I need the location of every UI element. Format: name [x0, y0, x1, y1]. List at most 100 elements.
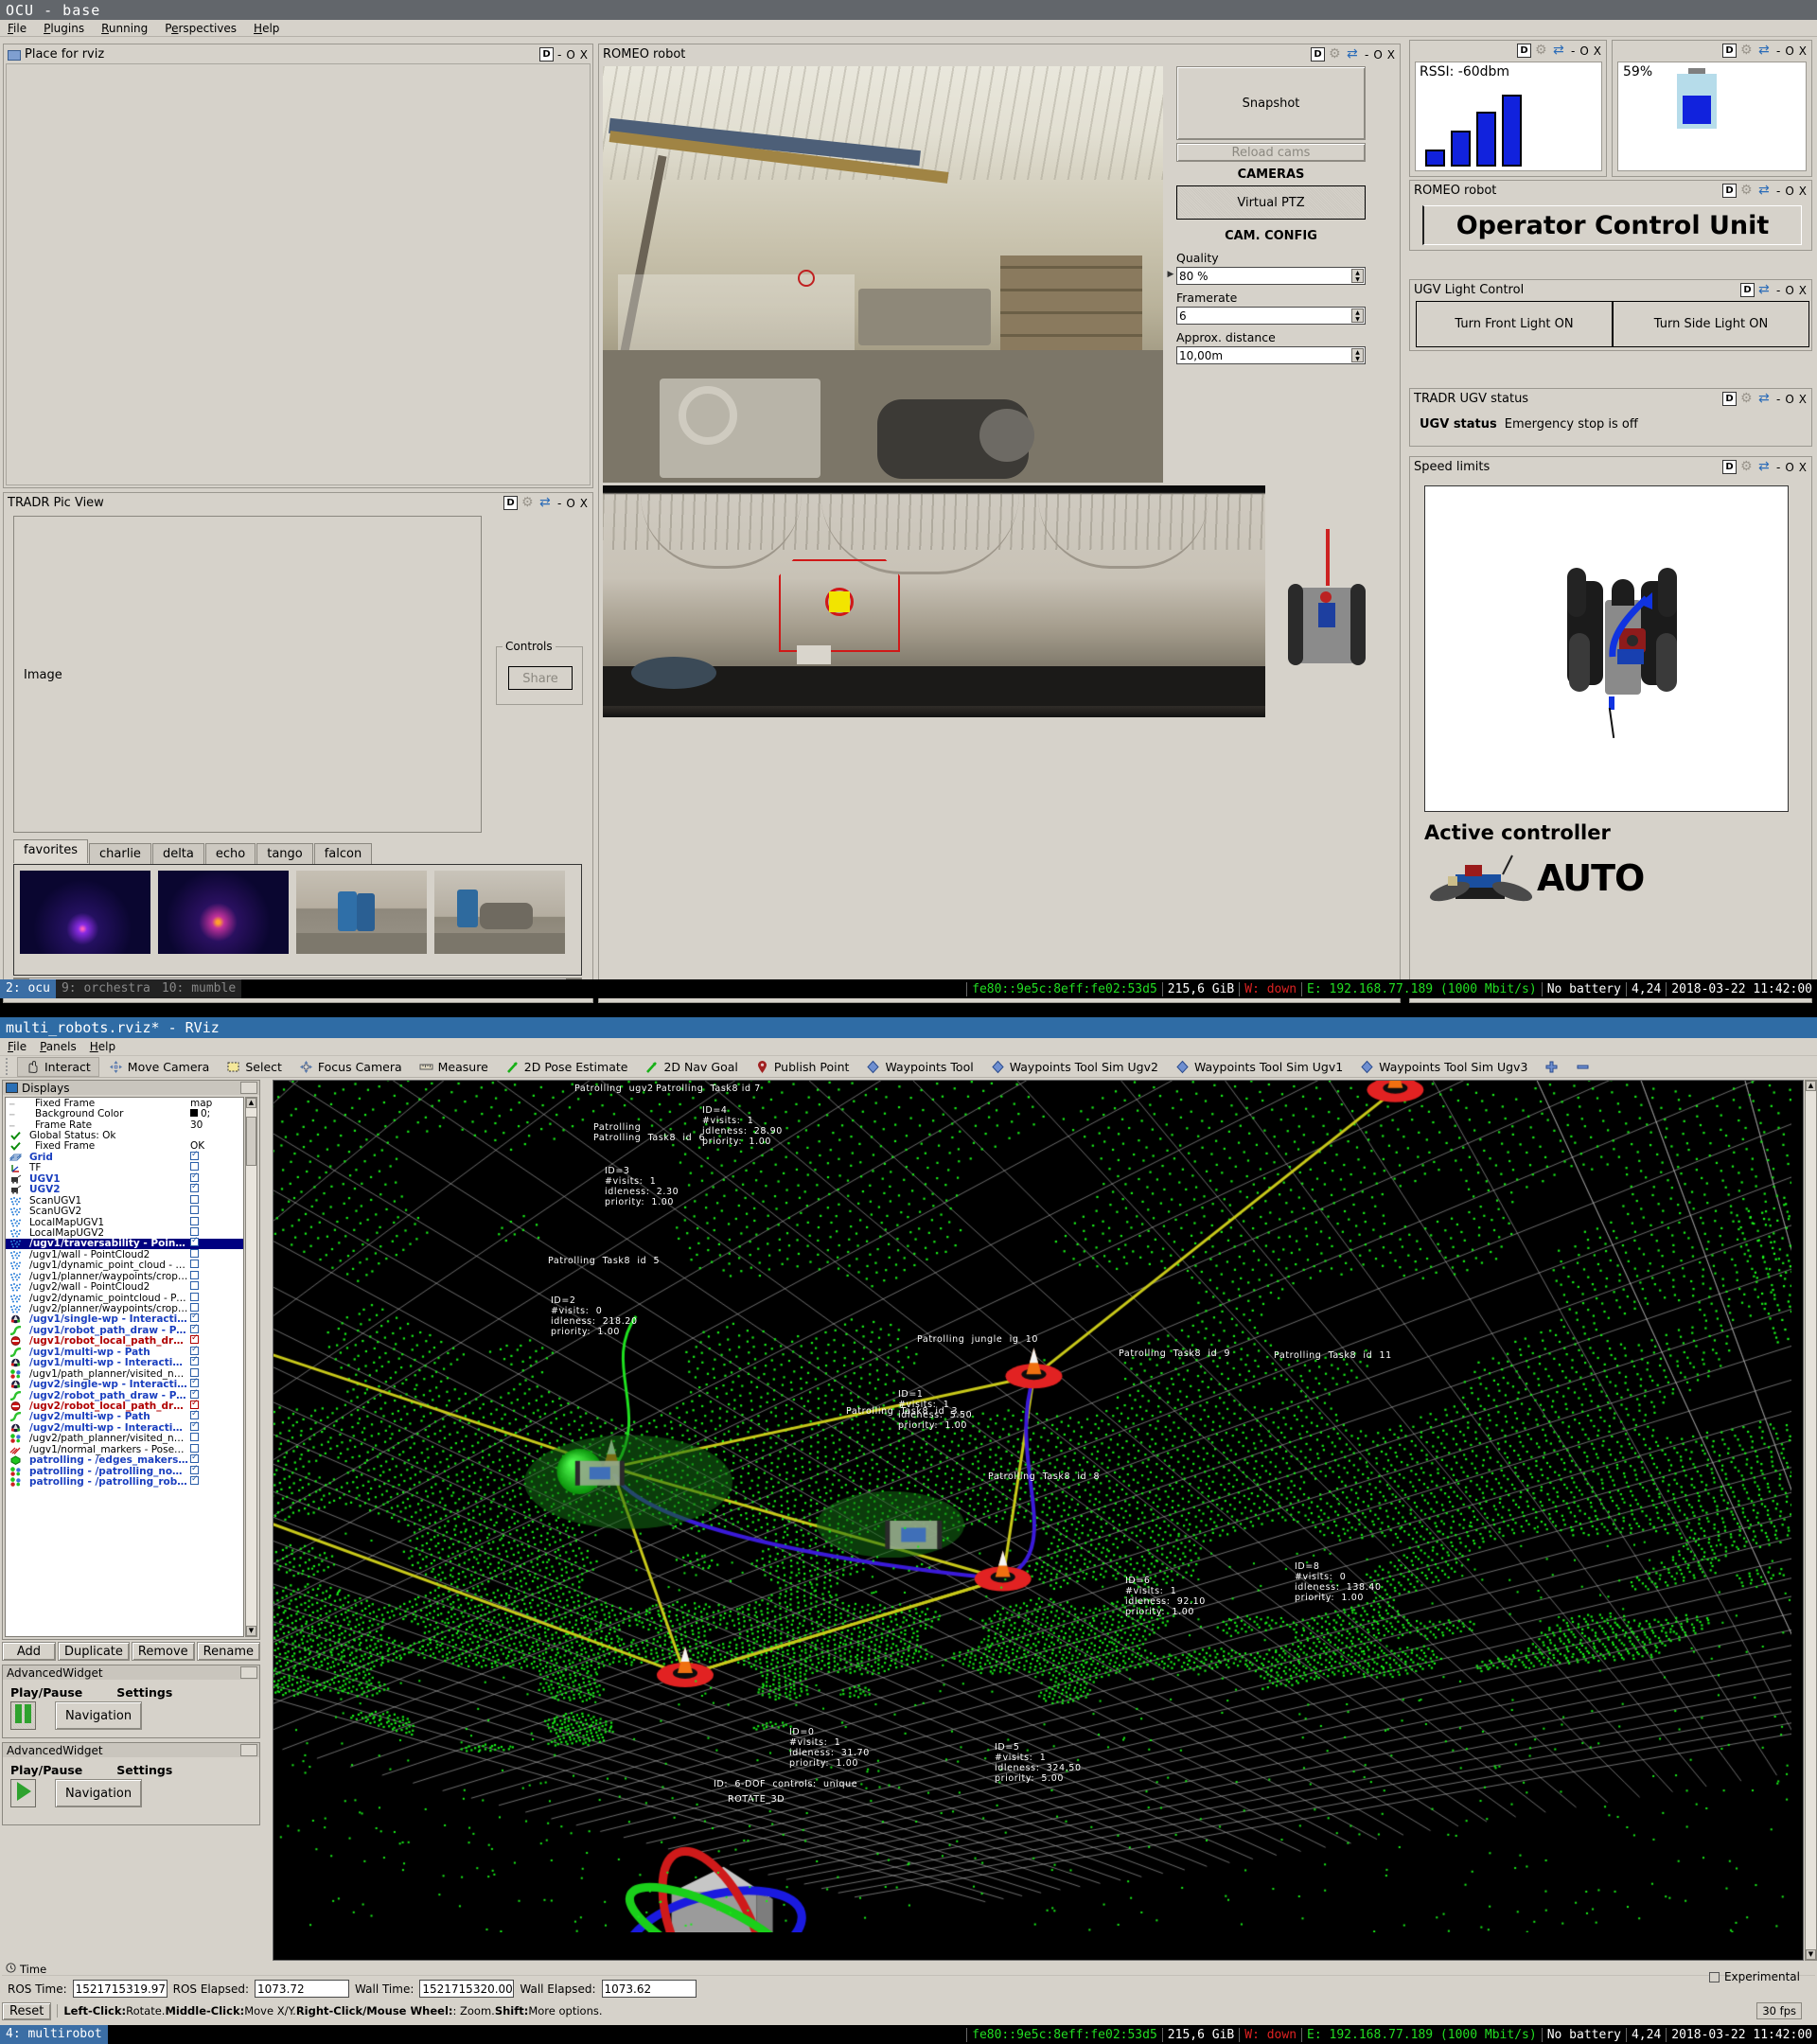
detach-icon[interactable]: D [1311, 47, 1325, 62]
maximize-icon[interactable]: O [566, 497, 575, 510]
distance-input[interactable]: 10,00m ▲▼ [1176, 346, 1366, 364]
minimize-icon[interactable]: - [557, 48, 562, 62]
tab-charlie[interactable]: charlie [89, 843, 151, 865]
scroll-up-icon[interactable]: ▲ [1806, 1081, 1816, 1091]
display-tree-row[interactable]: /ugv2/single-wp - InteractiveMarkers [6, 1379, 243, 1389]
thumbnail-item[interactable] [20, 871, 150, 954]
tool-2d-pose-estimate[interactable]: 2D Pose Estimate [498, 1058, 636, 1076]
displays-scrollbar[interactable]: ▲ ▼ [245, 1097, 257, 1637]
thumbnail-item[interactable] [434, 871, 565, 954]
minimize-icon[interactable]: - [1571, 44, 1576, 58]
gear-icon[interactable]: ⚙ [1329, 47, 1343, 62]
menu-file[interactable]: File [8, 22, 26, 35]
tool-waypoints-sim-ugv1[interactable]: Waypoints Tool Sim Ugv1 [1168, 1058, 1350, 1076]
displays-tree[interactable]: ─Fixed Framemap─Background Color0;─Frame… [5, 1097, 244, 1637]
tab-echo[interactable]: echo [205, 843, 256, 865]
display-enable-checkbox[interactable] [188, 1476, 243, 1488]
display-tree-row[interactable]: ScanUGV1 [6, 1195, 243, 1206]
snapshot-button[interactable]: Snapshot [1176, 66, 1366, 140]
tool-measure[interactable]: Measure [412, 1058, 496, 1076]
display-tree-row[interactable]: ScanUGV2 [6, 1206, 243, 1216]
quality-input[interactable]: 80 % ▲▼ [1176, 267, 1366, 285]
close-icon[interactable]: X [1387, 48, 1396, 62]
close-icon[interactable]: X [1594, 44, 1602, 58]
maximize-icon[interactable]: O [1785, 393, 1794, 406]
maximize-icon[interactable]: O [1373, 48, 1383, 62]
display-tree-row[interactable]: LocalMapUGV1 [6, 1217, 243, 1227]
minimize-icon[interactable]: - [1776, 393, 1781, 406]
detach-icon[interactable]: D [1722, 44, 1737, 58]
display-tree-row[interactable]: /ugv1/single-wp - InteractiveMarkers [6, 1314, 243, 1325]
display-enable-checkbox[interactable] [188, 1217, 243, 1228]
display-enable-checkbox[interactable] [188, 1293, 243, 1304]
tab-favorites[interactable]: favorites [13, 839, 88, 863]
display-tree-row[interactable]: UGV2 [6, 1185, 243, 1195]
advanced-widget-1-float-button[interactable] [240, 1666, 257, 1679]
experimental-checkbox[interactable] [1709, 1972, 1720, 1982]
display-enable-checkbox[interactable] [188, 1260, 243, 1271]
rviz-menu-help[interactable]: Help [90, 1040, 115, 1053]
refresh-icon[interactable]: ⇄ [1758, 392, 1773, 406]
rviz-menu-bar[interactable]: File Panels Help [0, 1038, 1817, 1055]
close-icon[interactable]: X [580, 48, 589, 62]
reset-button[interactable]: Reset [2, 2002, 51, 2020]
minimize-icon[interactable]: - [1776, 185, 1781, 198]
camera-splitter[interactable]: ▶ [1167, 66, 1174, 483]
pic-view-tabs[interactable]: favorites charlie delta echo tango falco… [13, 841, 373, 865]
gear-icon[interactable]: ⚙ [1740, 44, 1755, 58]
close-icon[interactable]: X [1799, 461, 1808, 474]
display-tree-row[interactable]: /ugv1/robot_local_path_draw - Path [6, 1336, 243, 1347]
display-enable-checkbox[interactable] [188, 1271, 243, 1282]
scroll-down-icon[interactable]: ▼ [246, 1626, 256, 1636]
close-icon[interactable]: X [1799, 284, 1808, 297]
menu-running[interactable]: Running [101, 22, 148, 35]
ocu-menu-bar[interactable]: File Plugins Running Perspectives Help [0, 20, 1817, 37]
navigation-settings-button-2[interactable]: Navigation [55, 1779, 142, 1807]
display-enable-checkbox[interactable] [188, 1433, 243, 1444]
detach-icon[interactable]: D [1722, 184, 1737, 198]
display-tree-row[interactable]: /ugv1/traversability - PointCloud2 [6, 1239, 243, 1249]
minimize-icon[interactable]: - [1776, 44, 1781, 58]
experimental-toggle[interactable]: Experimental [1709, 1970, 1800, 1983]
gear-icon[interactable]: ⚙ [521, 496, 536, 510]
display-tree-row[interactable]: LocalMapUGV2 [6, 1227, 243, 1238]
displays-float-button[interactable] [240, 1082, 257, 1094]
quality-stepper[interactable]: ▲▼ [1351, 269, 1364, 283]
close-icon[interactable]: X [1799, 44, 1808, 58]
gear-icon[interactable]: ⚙ [1740, 392, 1755, 406]
scroll-thumb[interactable] [246, 1117, 256, 1166]
display-tree-row[interactable]: patrolling - /patrolling_robot_boundari.… [6, 1476, 243, 1487]
wall-elapsed-value[interactable]: 1073.62 [602, 1980, 697, 1998]
toolbar-drag-handle[interactable] [6, 1058, 11, 1075]
pointcloud-canvas[interactable] [273, 1081, 1791, 1932]
scroll-up-icon[interactable]: ▲ [246, 1098, 256, 1108]
scroll-down-icon[interactable]: ▼ [1806, 1949, 1816, 1960]
workspace-multirobot[interactable]: 4: multirobot [0, 2025, 108, 2044]
display-tree-row[interactable]: TF [6, 1163, 243, 1173]
refresh-icon[interactable]: ⇄ [1758, 184, 1773, 198]
close-icon[interactable]: X [1799, 393, 1808, 406]
maximize-icon[interactable]: O [566, 48, 575, 62]
framerate-stepper[interactable]: ▲▼ [1351, 308, 1364, 323]
rename-button[interactable]: Rename [197, 1642, 260, 1661]
thumbnail-item[interactable] [158, 871, 289, 954]
viewport-right-scrollbar[interactable]: ▲ ▼ [1805, 1080, 1817, 1961]
maximize-icon[interactable]: O [1785, 185, 1794, 198]
tool-publish-point[interactable]: Publish Point [748, 1058, 857, 1076]
display-tree-row[interactable]: UGV1 [6, 1173, 243, 1184]
tab-delta[interactable]: delta [152, 843, 204, 865]
refresh-icon[interactable]: ⇄ [539, 496, 554, 510]
display-tree-row[interactable]: /ugv1/multi-wp - Path [6, 1347, 243, 1357]
tool-add[interactable] [1537, 1058, 1566, 1076]
rviz-menu-file[interactable]: File [8, 1040, 26, 1053]
display-tree-row[interactable]: Fixed FrameOK [6, 1141, 243, 1152]
display-enable-checkbox[interactable] [188, 1249, 243, 1260]
display-enable-checkbox[interactable] [188, 1357, 243, 1368]
detach-icon[interactable]: D [1517, 44, 1531, 58]
display-enable-checkbox[interactable] [188, 1206, 243, 1217]
detach-icon[interactable]: D [1722, 460, 1737, 474]
refresh-icon[interactable]: ⇄ [1347, 47, 1361, 62]
display-enable-checkbox[interactable] [188, 1238, 243, 1249]
tool-move-camera[interactable]: Move Camera [101, 1058, 218, 1076]
tool-2d-nav-goal[interactable]: 2D Nav Goal [637, 1058, 745, 1076]
